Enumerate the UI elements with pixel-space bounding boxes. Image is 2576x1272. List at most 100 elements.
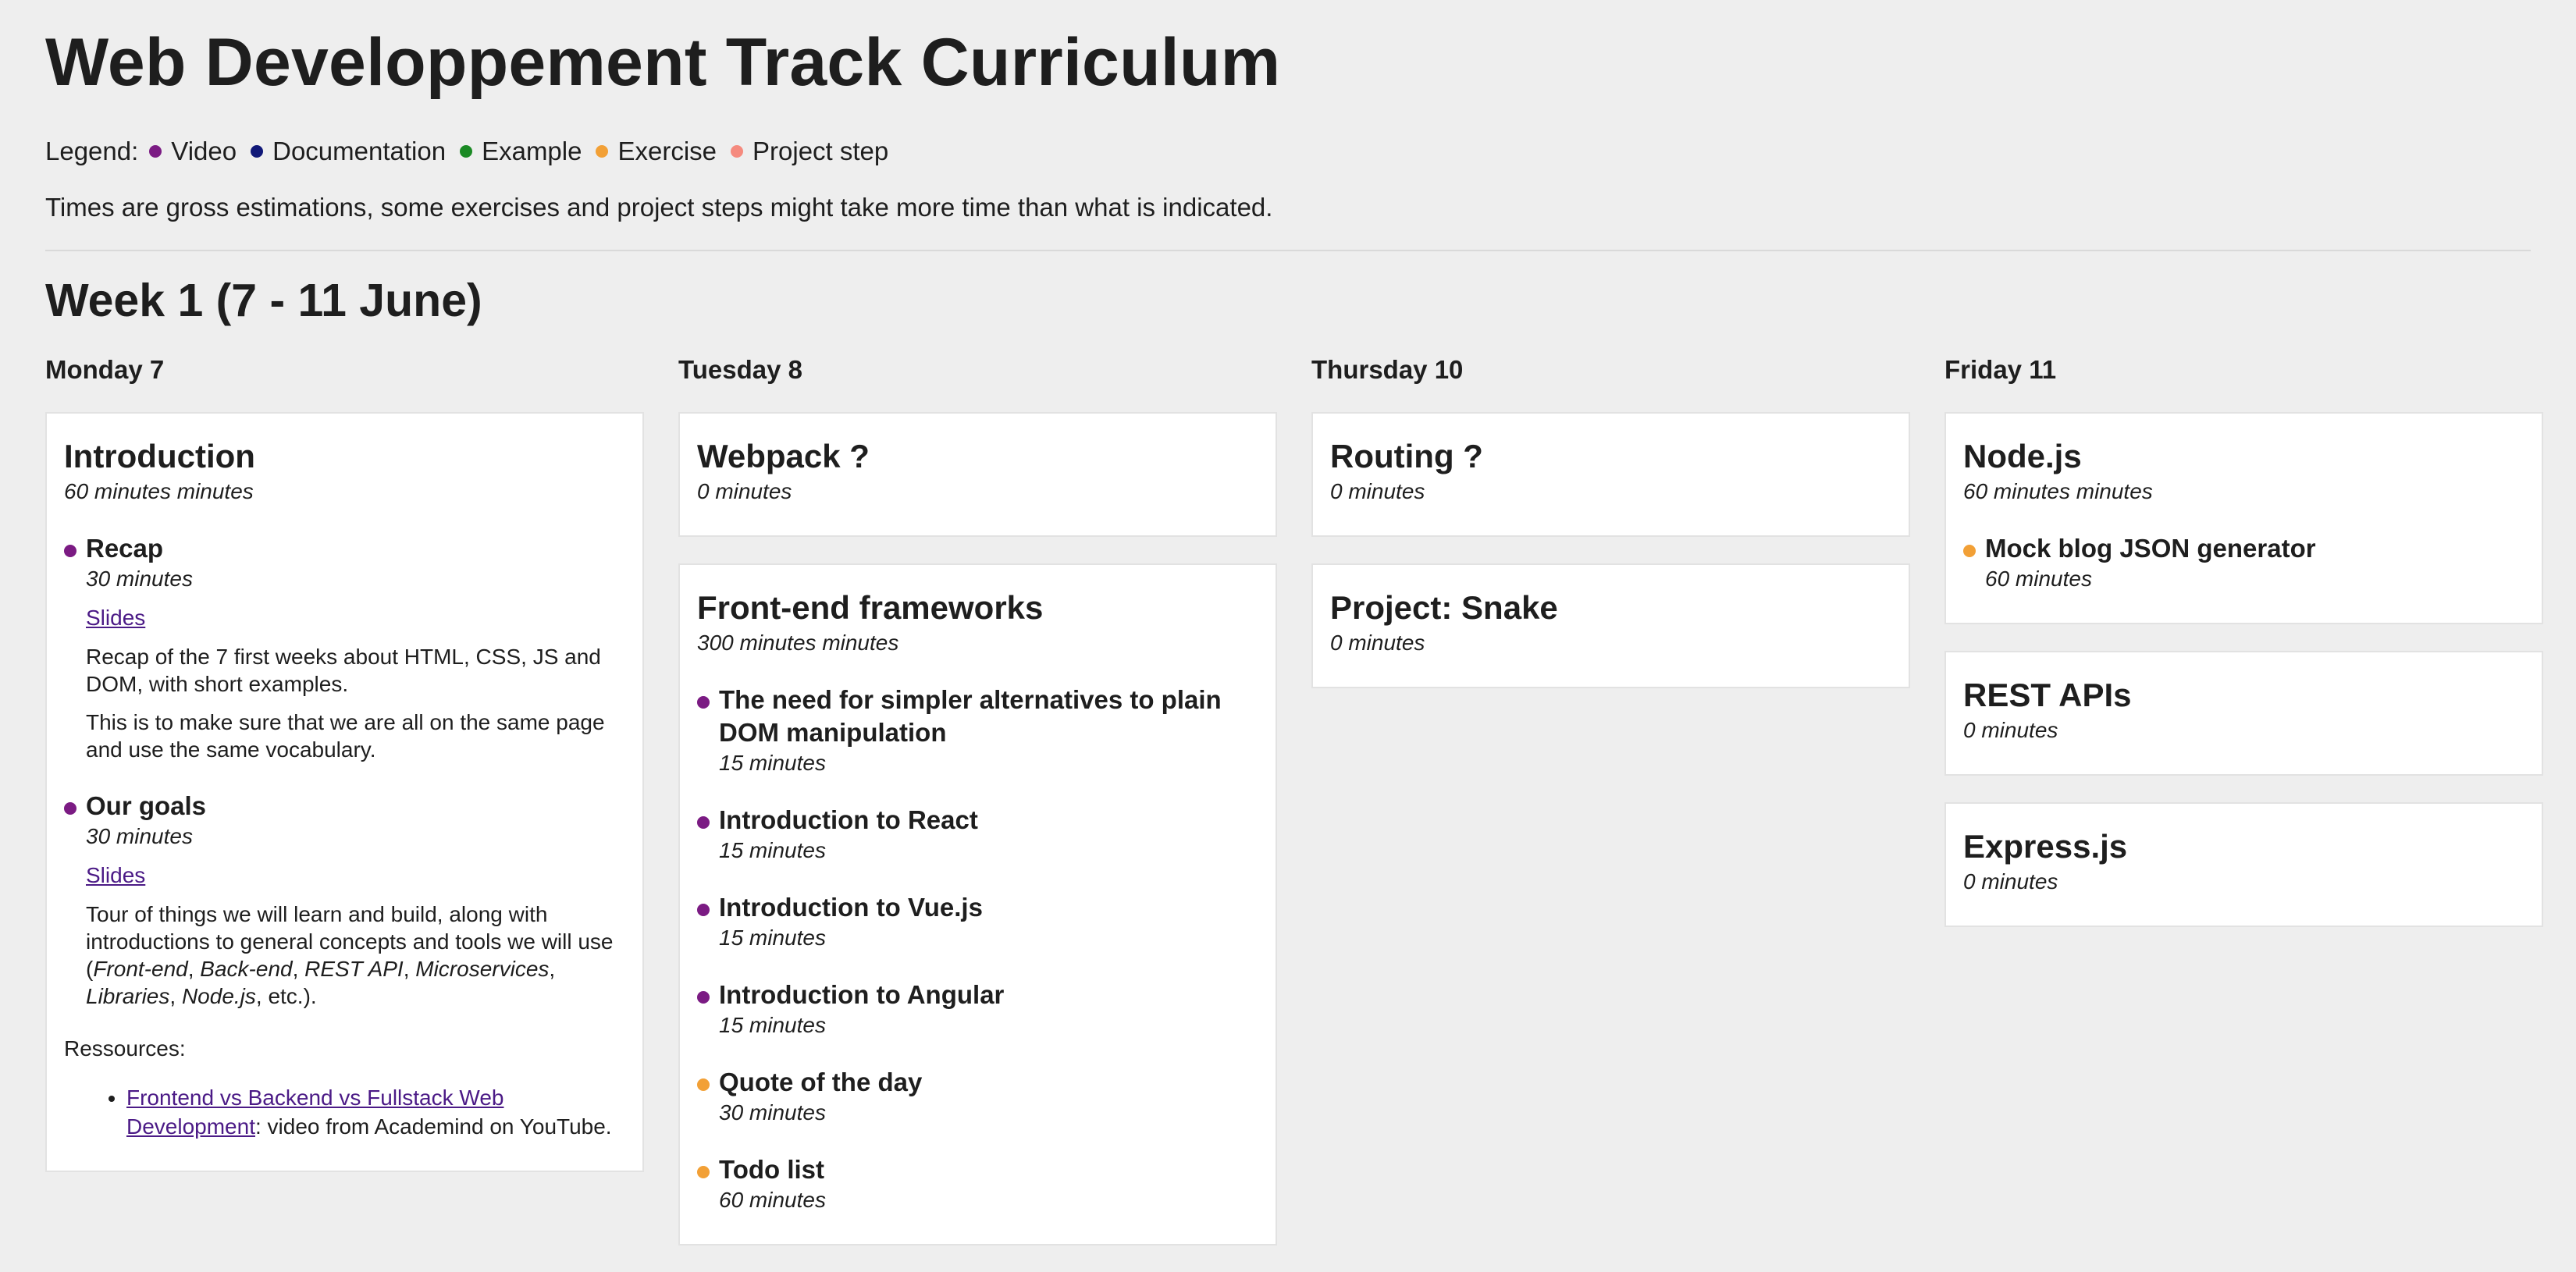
topic-title: Routing ?	[1330, 438, 1483, 474]
legend-item-label: Project step	[753, 137, 889, 165]
text-part: ,	[292, 957, 305, 981]
text-part: , etc.).	[255, 984, 317, 1008]
term: Node.js	[181, 984, 256, 1008]
video-dot-icon	[64, 802, 76, 815]
topic-title: Project: Snake	[1330, 589, 1558, 626]
topic-card-rest-apis: REST APIs 0 minutes	[1944, 651, 2543, 776]
activity-duration: 15 minutes	[719, 751, 826, 775]
topic-duration: 0 minutes	[1330, 631, 1425, 655]
topic-card-introduction: Introduction 60 minutes minutes Recap 30…	[45, 412, 644, 1172]
page-title: Web Developpement Track Curriculum	[45, 25, 1281, 100]
exercise-dot-icon	[697, 1166, 710, 1178]
activity-item: The need for simpler alternatives to pla…	[697, 684, 1258, 777]
video-dot-icon	[697, 816, 710, 829]
text-part: ,	[549, 957, 556, 981]
term: Microservices	[415, 957, 550, 981]
activity-duration: 30 minutes	[719, 1100, 826, 1125]
topic-title: Front-end frameworks	[697, 589, 1044, 626]
resource-description: : video from Academind on YouTube.	[254, 1114, 612, 1139]
topic-card-routing: Routing ? 0 minutes	[1311, 412, 1910, 537]
video-dot-icon	[697, 696, 710, 709]
topic-title: REST APIs	[1963, 677, 2132, 713]
day-column-tuesday: Tuesday 8 Webpack ? 0 minutes Front-end …	[678, 354, 1277, 1272]
curriculum-page: Web Developpement Track Curriculum Legen…	[0, 0, 2576, 1272]
activity-duration: 30 minutes	[86, 567, 193, 591]
day-title: Friday 11	[1944, 355, 2057, 384]
topic-title: Introduction	[64, 438, 255, 474]
day-title: Thursday 10	[1311, 355, 1464, 384]
topic-card-front-end-frameworks: Front-end frameworks 300 minutes minutes…	[678, 563, 1277, 1245]
activity-description: Tour of things we will learn and build, …	[86, 901, 625, 1010]
activity-title: Quote of the day	[719, 1068, 923, 1096]
term: Libraries	[86, 984, 170, 1008]
activity-item: Recap 30 minutes Slides Recap of the 7 f…	[64, 532, 625, 763]
topic-duration: 0 minutes	[1330, 479, 1425, 503]
topic-card-nodejs: Node.js 60 minutes minutes Mock blog JSO…	[1944, 412, 2543, 624]
activity-description: Recap of the 7 first weeks about HTML, C…	[86, 645, 601, 696]
legend-item-label: Video	[171, 137, 237, 165]
text-part: ,	[169, 984, 182, 1008]
legend: Legend: Video Documentation Example Exer…	[45, 136, 2531, 167]
activity-item: Introduction to React 15 minutes	[697, 804, 1258, 865]
activity-duration: 15 minutes	[719, 926, 826, 950]
topic-title: Node.js	[1963, 438, 2082, 474]
resource-item: Frontend vs Backend vs Fullstack Web Dev…	[126, 1083, 625, 1141]
activity-item: Mock blog JSON generator 60 minutes	[1963, 532, 2524, 593]
activity-title: Our goals	[86, 791, 207, 820]
activity-title: Mock blog JSON generator	[1985, 534, 2316, 563]
activity-duration: 30 minutes	[86, 824, 193, 848]
resources-label: Ressources:	[64, 1036, 186, 1061]
activity-title: Todo list	[719, 1155, 825, 1184]
day-column-monday: Monday 7 Introduction 60 minutes minutes…	[45, 354, 644, 1272]
video-dot-icon	[697, 904, 710, 916]
term: Back-end	[200, 957, 293, 981]
text-part: ,	[187, 957, 201, 981]
legend-item-label: Documentation	[272, 137, 447, 165]
day-title: Tuesday 8	[678, 355, 802, 384]
activity-item: Todo list 60 minutes	[697, 1153, 1258, 1214]
video-dot-icon	[697, 991, 710, 1004]
activity-item: Our goals 30 minutes Slides Tour of thin…	[64, 790, 625, 1010]
day-column-friday: Friday 11 Node.js 60 minutes minutes Moc…	[1944, 354, 2543, 1272]
time-estimation-note: Times are gross estimations, some exerci…	[45, 193, 1273, 222]
activity-duration: 60 minutes	[719, 1188, 826, 1212]
topic-duration: 60 minutes minutes	[1963, 479, 2153, 503]
activity-item: Introduction to Angular 15 minutes	[697, 979, 1258, 1039]
activity-title: The need for simpler alternatives to pla…	[719, 685, 1222, 747]
activity-item: Introduction to Vue.js 15 minutes	[697, 891, 1258, 952]
project-step-dot-icon	[731, 145, 744, 158]
topic-card-webpack: Webpack ? 0 minutes	[678, 412, 1277, 537]
text-part: ,	[403, 957, 416, 981]
activity-item: Quote of the day 30 minutes	[697, 1066, 1258, 1127]
example-dot-icon	[460, 145, 473, 158]
video-dot-icon	[149, 145, 162, 158]
video-dot-icon	[64, 545, 76, 557]
legend-label: Legend:	[45, 137, 139, 165]
legend-item-exercise: Exercise	[592, 136, 717, 167]
day-title: Monday 7	[45, 355, 165, 384]
legend-item-example: Example	[457, 136, 582, 167]
term: Front-end	[93, 957, 188, 981]
legend-item-label: Example	[482, 137, 582, 165]
activity-duration: 15 minutes	[719, 838, 826, 862]
documentation-dot-icon	[251, 145, 264, 158]
activity-description: This is to make sure that we are all on …	[86, 710, 605, 762]
activity-title: Introduction to Angular	[719, 980, 1005, 1009]
topic-duration: 0 minutes	[1963, 718, 2058, 742]
topic-card-expressjs: Express.js 0 minutes	[1944, 802, 2543, 927]
week-days: Monday 7 Introduction 60 minutes minutes…	[45, 354, 2543, 1272]
exercise-dot-icon	[596, 145, 609, 158]
topic-duration: 0 minutes	[697, 479, 792, 503]
topic-duration: 0 minutes	[1963, 869, 2058, 894]
topic-duration: 300 minutes minutes	[697, 631, 899, 655]
activity-duration: 15 minutes	[719, 1013, 826, 1037]
slides-link[interactable]: Slides	[86, 862, 145, 890]
section-divider	[45, 250, 2531, 251]
topic-title: Webpack ?	[697, 438, 870, 474]
day-column-thursday: Thursday 10 Routing ? 0 minutes Project:…	[1311, 354, 1910, 1272]
topic-card-project-snake: Project: Snake 0 minutes	[1311, 563, 1910, 688]
exercise-dot-icon	[697, 1078, 710, 1091]
week-title: Week 1 (7 - 11 June)	[45, 275, 482, 326]
slides-link[interactable]: Slides	[86, 604, 145, 632]
exercise-dot-icon	[1963, 545, 1976, 557]
